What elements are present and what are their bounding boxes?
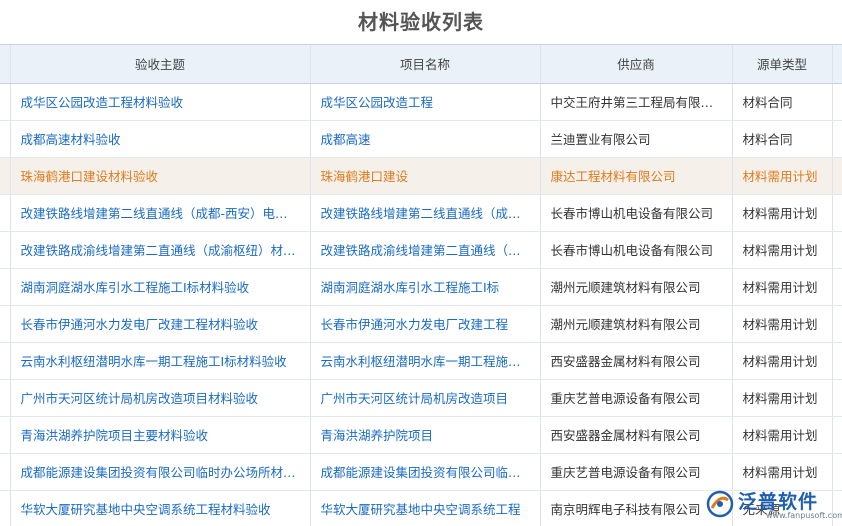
brand-name: 泛普软件 xyxy=(738,491,819,513)
row-trailing xyxy=(832,120,842,158)
cell-subject[interactable]: 湖南洞庭湖水库引水工程施工I标材料验收 xyxy=(10,268,311,306)
cell-source-type: 材料需用计划 xyxy=(732,416,833,454)
row-trailing xyxy=(832,268,842,306)
cell-supplier: 西安盛器金属材料有限公司 xyxy=(540,342,733,380)
row-gutter xyxy=(0,342,11,380)
cell-project[interactable]: 湖南洞庭湖水库引水工程施工I标 xyxy=(310,268,541,306)
cell-source-type: 材料需用计划 xyxy=(732,194,833,232)
cell-supplier: 长春市博山机电设备有限公司 xyxy=(540,231,733,269)
cell-source-type: 材料需用计划 xyxy=(732,268,833,306)
cell-source-type: 材料需用计划 xyxy=(732,231,833,269)
cell-source-type: 材料需用计划 xyxy=(732,342,833,380)
cell-supplier: 西安盛器金属材料有限公司 xyxy=(540,416,733,454)
header-gutter xyxy=(0,45,11,84)
table-row[interactable]: 长春市伊通河水力发电厂改建工程材料验收 长春市伊通河水力发电厂改建工程 潮州元顺… xyxy=(0,305,842,343)
row-trailing xyxy=(832,305,842,343)
cell-supplier: 潮州元顺建筑材料有限公司 xyxy=(540,268,733,306)
row-gutter xyxy=(0,120,11,158)
cell-project[interactable]: 华软大厦研究基地中央空调系统工程 xyxy=(310,490,541,526)
cell-subject[interactable]: 成都能源建设集团投资有限公司临时办公场所材料验收 xyxy=(10,453,311,491)
acceptance-table-container: 验收主题 项目名称 供应商 源单类型 成华区公园改造工程材料验收 成华区公园改造… xyxy=(0,44,842,526)
row-gutter xyxy=(0,231,11,269)
row-gutter xyxy=(0,379,11,417)
cell-project[interactable]: 改建铁路线增建第二线直通线（成都-西安） xyxy=(310,194,541,232)
row-gutter xyxy=(0,268,11,306)
cell-project[interactable]: 成都高速 xyxy=(310,120,541,158)
row-trailing xyxy=(832,453,842,491)
cell-supplier: 南京明辉电子科技有限公司 xyxy=(540,490,733,526)
column-header-subject[interactable]: 验收主题 xyxy=(10,45,311,84)
table-row[interactable]: 青海洪湖养护院项目主要材料验收 青海洪湖养护院项目 西安盛器金属材料有限公司 材… xyxy=(0,416,842,454)
row-gutter xyxy=(0,157,11,195)
acceptance-table: 验收主题 项目名称 供应商 源单类型 成华区公园改造工程材料验收 成华区公园改造… xyxy=(0,45,842,526)
cell-subject[interactable]: 成华区公园改造工程材料验收 xyxy=(10,83,311,121)
cell-subject[interactable]: 广州市天河区统计局机房改造项目材料验收 xyxy=(10,379,311,417)
row-gutter xyxy=(0,416,11,454)
row-trailing xyxy=(832,416,842,454)
table-row-selected[interactable]: 珠海鹤港口建设材料验收 珠海鹤港口建设 康达工程材料有限公司 材料需用计划 xyxy=(0,157,842,195)
cell-subject[interactable]: 云南水利枢纽潜明水库一期工程施工I标材料验收 xyxy=(10,342,311,380)
cell-project[interactable]: 珠海鹤港口建设 xyxy=(310,157,541,195)
cell-subject[interactable]: 珠海鹤港口建设材料验收 xyxy=(10,157,311,195)
cell-supplier: 兰迪置业有限公司 xyxy=(540,120,733,158)
cell-supplier: 长春市博山机电设备有限公司 xyxy=(540,194,733,232)
page-title: 材料验收列表 xyxy=(358,10,484,34)
cell-subject[interactable]: 改建铁路线增建第二线直通线（成都-西安）电气化工程材料验收 xyxy=(10,194,311,232)
cell-source-type: 材料需用计划 xyxy=(732,305,833,343)
cell-subject[interactable]: 青海洪湖养护院项目主要材料验收 xyxy=(10,416,311,454)
column-header-supplier[interactable]: 供应商 xyxy=(540,45,733,84)
row-gutter xyxy=(0,305,11,343)
table-row[interactable]: 湖南洞庭湖水库引水工程施工I标材料验收 湖南洞庭湖水库引水工程施工I标 潮州元顺… xyxy=(0,268,842,306)
cell-source-type: 材料需用计划 xyxy=(732,379,833,417)
table-row[interactable]: 成都高速材料验收 成都高速 兰迪置业有限公司 材料合同 xyxy=(0,120,842,158)
cell-project[interactable]: 成华区公园改造工程 xyxy=(310,83,541,121)
cell-supplier: 中交王府井第三工程局有限公司 xyxy=(540,83,733,121)
cell-supplier: 潮州元顺建筑材料有限公司 xyxy=(540,305,733,343)
cell-source-type: 材料合同 xyxy=(732,120,833,158)
table-row[interactable]: 成都能源建设集团投资有限公司临时办公场所材料验收 成都能源建设集团投资有限公司临… xyxy=(0,453,842,491)
cell-subject[interactable]: 长春市伊通河水力发电厂改建工程材料验收 xyxy=(10,305,311,343)
table-header-row: 验收主题 项目名称 供应商 源单类型 xyxy=(0,45,842,84)
cell-project[interactable]: 长春市伊通河水力发电厂改建工程 xyxy=(310,305,541,343)
row-trailing xyxy=(832,157,842,195)
table-row[interactable]: 成华区公园改造工程材料验收 成华区公园改造工程 中交王府井第三工程局有限公司 材… xyxy=(0,83,842,121)
fanpu-logo-icon xyxy=(706,490,734,518)
cell-project[interactable]: 改建铁路成渝线增建第二直通线（成渝枢纽） xyxy=(310,231,541,269)
row-gutter xyxy=(0,453,11,491)
cell-project[interactable]: 成都能源建设集团投资有限公司临时办公场所 xyxy=(310,453,541,491)
column-header-project[interactable]: 项目名称 xyxy=(310,45,541,84)
header-trailing xyxy=(832,45,842,84)
cell-project[interactable]: 云南水利枢纽潜明水库一期工程施工I标 xyxy=(310,342,541,380)
table-row[interactable]: 云南水利枢纽潜明水库一期工程施工I标材料验收 云南水利枢纽潜明水库一期工程施工I… xyxy=(0,342,842,380)
table-row[interactable]: 改建铁路成渝线增建第二直通线（成渝枢纽）材料验收 改建铁路成渝线增建第二直通线（… xyxy=(0,231,842,269)
brand-watermark: 泛普软件 www.fanpusoft.com xyxy=(706,487,842,521)
row-trailing xyxy=(832,342,842,380)
cell-supplier: 重庆艺普电源设备有限公司 xyxy=(540,453,733,491)
column-header-source-type[interactable]: 源单类型 xyxy=(732,45,833,84)
row-trailing xyxy=(832,83,842,121)
row-trailing xyxy=(832,379,842,417)
row-gutter xyxy=(0,194,11,232)
cell-subject[interactable]: 改建铁路成渝线增建第二直通线（成渝枢纽）材料验收 xyxy=(10,231,311,269)
cell-source-type: 材料需用计划 xyxy=(732,453,833,491)
cell-subject[interactable]: 华软大厦研究基地中央空调系统工程材料验收 xyxy=(10,490,311,526)
cell-supplier: 康达工程材料有限公司 xyxy=(540,157,733,195)
row-gutter xyxy=(0,490,11,526)
cell-source-type: 材料合同 xyxy=(732,83,833,121)
cell-project[interactable]: 广州市天河区统计局机房改造项目 xyxy=(310,379,541,417)
row-gutter xyxy=(0,83,11,121)
table-row[interactable]: 改建铁路线增建第二线直通线（成都-西安）电气化工程材料验收 改建铁路线增建第二线… xyxy=(0,194,842,232)
cell-project[interactable]: 青海洪湖养护院项目 xyxy=(310,416,541,454)
cell-subject[interactable]: 成都高速材料验收 xyxy=(10,120,311,158)
table-row[interactable]: 广州市天河区统计局机房改造项目材料验收 广州市天河区统计局机房改造项目 重庆艺普… xyxy=(0,379,842,417)
brand-url: www.fanpusoft.com xyxy=(766,511,842,520)
cell-source-type: 材料需用计划 xyxy=(732,157,833,195)
row-trailing xyxy=(832,194,842,232)
cell-supplier: 重庆艺普电源设备有限公司 xyxy=(540,379,733,417)
row-trailing xyxy=(832,231,842,269)
